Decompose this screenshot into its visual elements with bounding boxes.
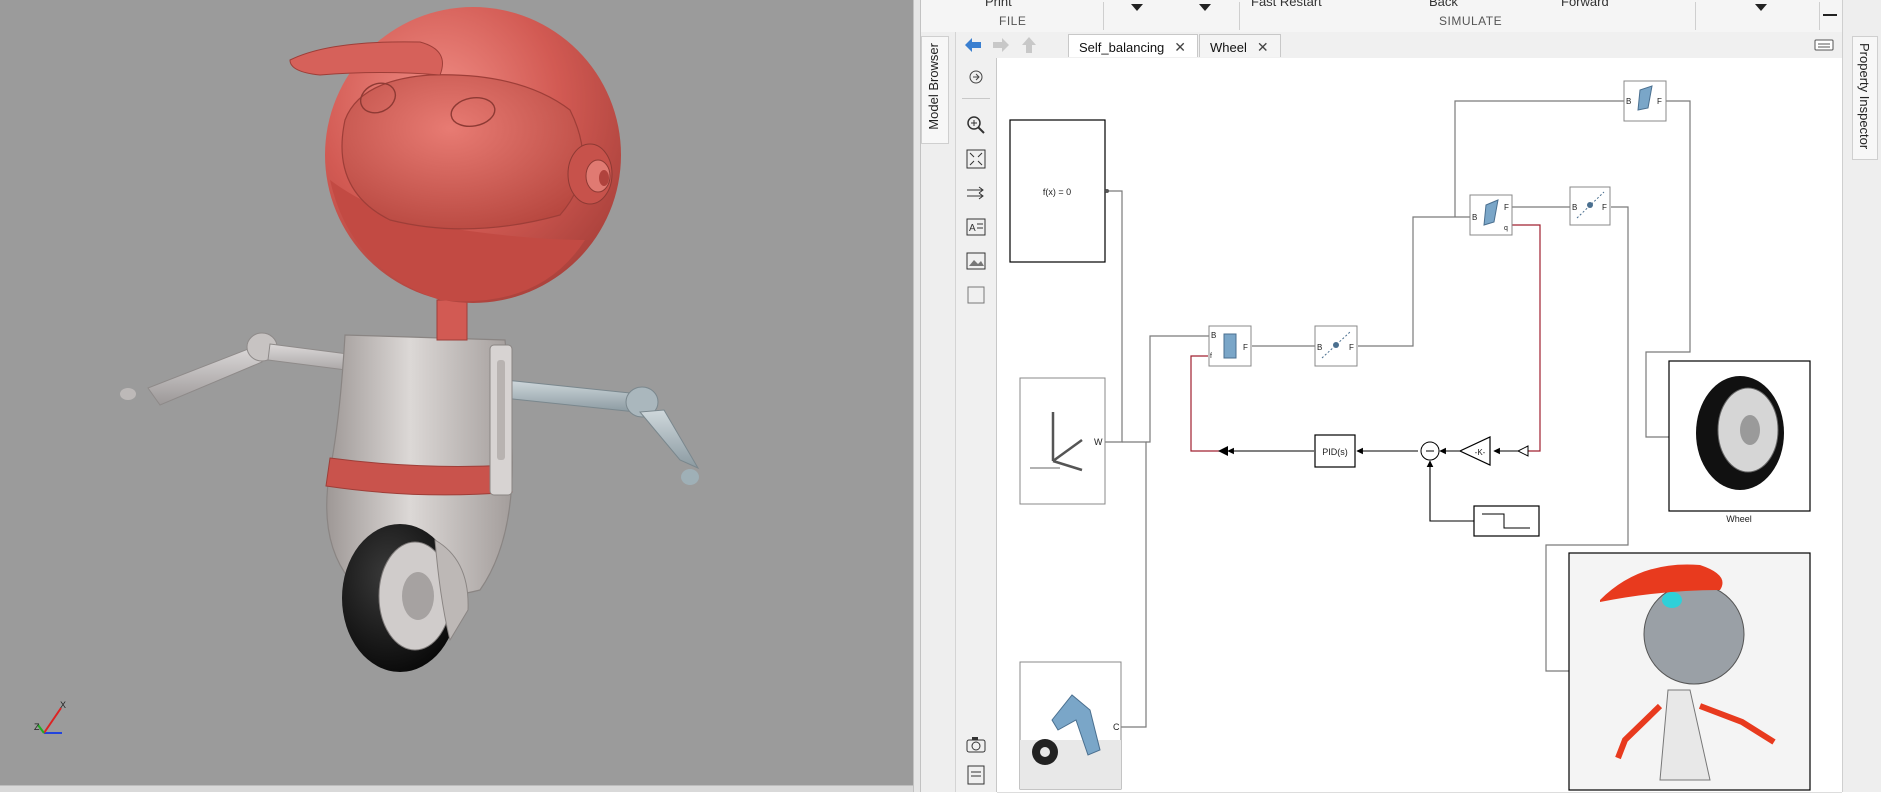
canvas-palette: A: [956, 58, 997, 792]
tab-label: Wheel: [1210, 40, 1247, 55]
mechanism-configuration-block[interactable]: C: [1019, 661, 1122, 790]
toolstrip-separator: [1695, 2, 1696, 30]
wheel-subsystem-block[interactable]: Wheel: [1668, 360, 1811, 524]
collapse-toolstrip-icon[interactable]: [1823, 14, 1837, 16]
mechanics-explorer-viewport[interactable]: X Z: [0, 0, 913, 792]
chevron-down-icon[interactable]: [1131, 4, 1143, 11]
left-dock-rail: [921, 32, 956, 792]
port-f-label: F: [1504, 203, 1509, 212]
panel-splitter[interactable]: [913, 0, 921, 792]
step-back-button[interactable]: Back: [1429, 0, 1458, 9]
port-b-label: B: [1211, 331, 1216, 340]
signal-converter-icon: [1218, 446, 1228, 456]
simulate-section-label: SIMULATE: [1439, 14, 1503, 28]
hide-show-icon[interactable]: [965, 66, 987, 88]
area-icon[interactable]: [965, 284, 987, 306]
palette-separator: [962, 98, 990, 99]
port-q-label: q: [1504, 225, 1508, 232]
svg-text:A: A: [969, 223, 976, 234]
camera-icon[interactable]: [965, 734, 987, 756]
pid-controller-block[interactable]: PID(s): [1314, 434, 1356, 468]
annotation-icon[interactable]: A: [965, 216, 987, 238]
port-f-label: F: [1657, 97, 1662, 106]
sum-block[interactable]: [1420, 441, 1440, 461]
port-b-label: B: [1572, 203, 1577, 212]
angle-output-line: [1508, 224, 1541, 452]
property-inspector-tab[interactable]: Property Inspector: [1852, 36, 1878, 160]
tab-label: Self_balancing: [1079, 40, 1165, 55]
port-f-label: F: [1349, 343, 1354, 352]
pid-label: PID(s): [1322, 447, 1348, 457]
close-icon[interactable]: ✕: [1174, 39, 1186, 55]
axis-z-label: Z: [34, 722, 40, 732]
port-torque-label: f: [1210, 353, 1212, 360]
world-port-label: W: [1094, 437, 1103, 447]
toolstrip: Print FILE Fast Restart Back Forward SIM…: [921, 0, 1881, 33]
torque-input-line: [1190, 355, 1220, 452]
model-browser-tab[interactable]: Model Browser: [921, 36, 949, 144]
tab-wheel[interactable]: Wheel ✕: [1199, 34, 1281, 57]
up-arrow-icon[interactable]: [1018, 35, 1040, 55]
tab-self-balancing[interactable]: Self_balancing ✕: [1068, 34, 1198, 57]
step-block[interactable]: [1473, 505, 1540, 537]
signal-routing-icon[interactable]: [965, 182, 987, 204]
forward-arrow-icon[interactable]: [990, 35, 1012, 55]
port-f-label: F: [1243, 343, 1248, 352]
toolstrip-separator: [1239, 2, 1240, 30]
fast-restart-button[interactable]: Fast Restart: [1251, 0, 1322, 9]
signal-converter-icon: [1516, 445, 1529, 457]
rigid-transform-block[interactable]: B F: [1569, 186, 1611, 226]
property-inspector-label: Property Inspector: [1857, 43, 1872, 150]
rigid-transform-block[interactable]: B F: [1314, 325, 1358, 367]
print-button[interactable]: Print: [985, 0, 1012, 9]
keyboard-icon[interactable]: [1814, 38, 1834, 52]
chevron-down-icon[interactable]: [1199, 4, 1211, 11]
revolute-joint-block[interactable]: B F: [1623, 80, 1667, 122]
fit-to-view-icon[interactable]: [965, 148, 987, 170]
revolute-joint-block[interactable]: B F f: [1208, 325, 1252, 367]
config-port-label: C: [1113, 722, 1120, 732]
port-b-label: B: [1626, 97, 1631, 106]
port-b-label: B: [1317, 343, 1322, 352]
gain-block[interactable]: -K-: [1458, 436, 1491, 466]
gain-label: -K-: [1475, 448, 1486, 457]
solver-label: f(x) = 0: [1043, 187, 1071, 197]
simulink-canvas[interactable]: f(x) = 0 W C B F f B F B F q B F B F PID…: [997, 58, 1842, 793]
close-icon[interactable]: ✕: [1257, 39, 1269, 55]
step-forward-button[interactable]: Forward: [1561, 0, 1609, 9]
revolute-joint-sensor-block[interactable]: B F q: [1469, 194, 1513, 236]
model-data-icon[interactable]: [965, 764, 987, 786]
world-frame-block[interactable]: W: [1019, 377, 1106, 505]
robot-3d-render: X Z: [34, 7, 700, 734]
port-f-label: F: [1602, 203, 1607, 212]
toolstrip-separator: [1819, 2, 1820, 30]
axis-x-label: X: [60, 700, 66, 710]
image-icon[interactable]: [965, 250, 987, 272]
file-section-label: FILE: [999, 14, 1027, 28]
chevron-down-icon[interactable]: [1755, 4, 1767, 11]
back-arrow-icon[interactable]: [962, 35, 984, 55]
solver-configuration-block[interactable]: f(x) = 0: [1009, 119, 1109, 263]
model-browser-label: Model Browser: [926, 43, 941, 130]
port-b-label: B: [1472, 213, 1477, 222]
wheel-caption: Wheel: [1726, 514, 1752, 524]
robot-body-subsystem-block[interactable]: [1568, 552, 1811, 791]
block-diagram: f(x) = 0 W C B F f B F B F q B F B F PID…: [1009, 80, 1811, 791]
viewport-status-strip: [0, 785, 913, 792]
toolstrip-separator: [1103, 2, 1104, 30]
axis-triad: X Z: [34, 700, 66, 734]
zoom-icon[interactable]: [965, 114, 987, 136]
model-tab-bar: Self_balancing ✕ Wheel ✕: [956, 32, 1842, 59]
